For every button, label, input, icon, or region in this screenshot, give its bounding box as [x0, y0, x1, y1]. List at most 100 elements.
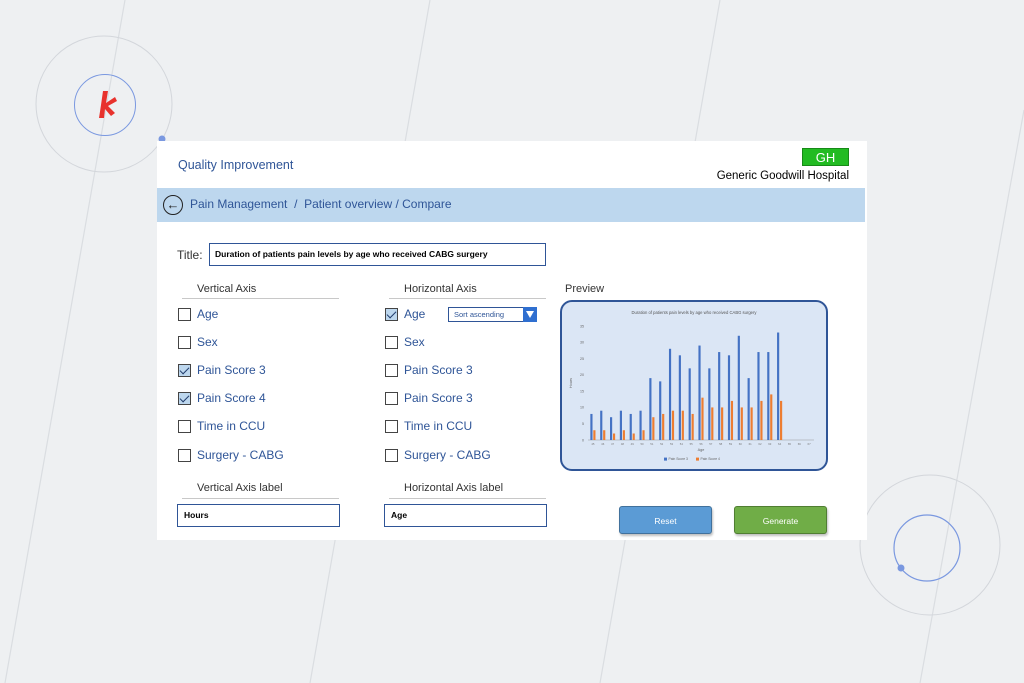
- vertical-option-time-in-ccu[interactable]: Time in CCU: [178, 418, 265, 434]
- x-tick-label: 54: [680, 442, 684, 446]
- horizontal-option-pain-score-3b[interactable]: Pain Score 3: [385, 390, 473, 406]
- x-tick-label: 60: [739, 442, 743, 446]
- bar-pain-score-4: [711, 407, 714, 440]
- checkbox[interactable]: [385, 363, 398, 377]
- checkbox[interactable]: [178, 448, 191, 462]
- x-tick-label: 62: [758, 442, 762, 446]
- option-label: Pain Score 3: [404, 363, 473, 377]
- bar-pain-score-3: [668, 348, 672, 440]
- bar-pain-score-3: [610, 417, 613, 440]
- vertical-option-age[interactable]: Age: [178, 306, 218, 322]
- bar-pain-score-4: [632, 433, 635, 440]
- main-panel: Quality Improvement GH Generic Goodwill …: [157, 141, 867, 540]
- bar-pain-score-3: [659, 381, 662, 440]
- chevron-down-icon[interactable]: [523, 307, 537, 322]
- bar-pain-score-4: [750, 407, 753, 440]
- x-tick-label: 52: [660, 442, 664, 446]
- bar-pain-score-4: [770, 394, 773, 440]
- bar-pain-score-4: [603, 430, 606, 440]
- option-label: Time in CCU: [404, 419, 473, 433]
- checkbox[interactable]: [385, 448, 398, 462]
- x-tick-label: 48: [621, 442, 625, 446]
- bar-pain-score-3: [639, 410, 642, 440]
- vertical-option-surgery-cabg[interactable]: Surgery - CABG: [178, 447, 284, 463]
- horizontal-option-sex[interactable]: Sex: [385, 334, 425, 350]
- x-tick-label: 49: [631, 442, 635, 446]
- horizontal-option-surgery-cabg[interactable]: Surgery - CABG: [385, 447, 491, 463]
- vertical-option-sex[interactable]: Sex: [178, 334, 218, 350]
- checkbox-checked[interactable]: [385, 307, 398, 321]
- bar-pain-score-3: [777, 332, 780, 440]
- checkbox[interactable]: [385, 419, 398, 433]
- vertical-option-pain-score-4[interactable]: Pain Score 4: [178, 390, 266, 406]
- checkbox[interactable]: [385, 391, 398, 405]
- back-button[interactable]: ←: [163, 195, 183, 215]
- x-tick-label: 57: [709, 442, 713, 446]
- chart-title: Duration of patients pain levels by age …: [632, 310, 758, 315]
- y-tick-label: 15: [580, 389, 584, 393]
- horizontal-axis-label-input[interactable]: Age: [384, 504, 547, 527]
- x-axis-label: Age: [698, 448, 705, 452]
- horizontal-axis-heading: Horizontal Axis: [404, 283, 477, 295]
- option-label: Age: [197, 307, 219, 321]
- bar-pain-score-3: [708, 368, 711, 440]
- bar-pain-score-4: [652, 417, 655, 440]
- reset-button[interactable]: Reset: [619, 506, 712, 534]
- breadcrumb-patient-overview[interactable]: Patient overview / Compare: [304, 197, 451, 211]
- checkbox[interactable]: [178, 335, 191, 349]
- x-tick-label: 53: [670, 442, 674, 446]
- bar-pain-score-4: [622, 430, 625, 440]
- option-label: Age: [404, 307, 426, 321]
- x-tick-label: 55: [690, 442, 694, 446]
- bar-pain-score-4: [671, 410, 675, 440]
- arrow-left-icon: ←: [166, 197, 180, 212]
- breadcrumb-trail: Pain Management / Patient overview / Com…: [190, 197, 452, 211]
- bar-pain-score-3: [698, 345, 701, 440]
- horizontal-option-pain-score-3[interactable]: Pain Score 3: [385, 362, 473, 378]
- title-label: Title:: [177, 248, 203, 262]
- sort-order-select[interactable]: Sort ascending: [448, 307, 537, 322]
- sort-order-value: Sort ascending: [454, 310, 505, 319]
- checkbox[interactable]: [178, 307, 191, 321]
- title-input[interactable]: Duration of patients pain levels by age …: [209, 243, 546, 266]
- bar-pain-score-4: [642, 430, 645, 440]
- bar-pain-score-3: [590, 413, 593, 440]
- checkbox-checked[interactable]: [178, 391, 191, 405]
- y-tick-label: 30: [580, 341, 584, 345]
- brand-logo-icon: [99, 91, 117, 118]
- breadcrumb-pain-management[interactable]: Pain Management: [190, 197, 287, 211]
- y-tick-label: 0: [582, 438, 584, 442]
- hospital-badge: GH: [802, 148, 849, 166]
- chart-preview: Duration of patients pain levels by age …: [560, 300, 828, 471]
- horizontal-option-time-in-ccu[interactable]: Time in CCU: [385, 418, 472, 434]
- horizontal-axis-label-heading: Horizontal Axis label: [404, 482, 504, 494]
- horizontal-option-age[interactable]: Age: [385, 306, 425, 322]
- x-tick-label: 45: [591, 442, 595, 446]
- bar-pain-score-4: [780, 400, 783, 440]
- bar-pain-score-3: [600, 410, 603, 440]
- x-tick-label: 46: [601, 442, 605, 446]
- x-tick-label: 66: [798, 442, 802, 446]
- legend-swatch: [696, 457, 699, 461]
- y-tick-label: 5: [582, 422, 584, 426]
- y-tick-label: 20: [580, 373, 584, 377]
- legend-label: Pain Score 4: [701, 457, 721, 461]
- bar-pain-score-3: [619, 410, 622, 440]
- x-tick-label: 63: [768, 442, 772, 446]
- option-label: Sex: [197, 335, 218, 349]
- y-tick-label: 25: [580, 357, 584, 361]
- option-label: Pain Score 3: [404, 391, 473, 405]
- bar-pain-score-4: [760, 400, 763, 440]
- checkbox-checked[interactable]: [178, 363, 191, 377]
- x-tick-label: 50: [640, 442, 644, 446]
- checkbox[interactable]: [178, 419, 191, 433]
- vertical-axis-label-input[interactable]: Hours: [177, 504, 340, 527]
- y-axis-label: Hours: [569, 378, 573, 388]
- bar-pain-score-3: [757, 352, 760, 440]
- vertical-option-pain-score-3[interactable]: Pain Score 3: [178, 362, 266, 378]
- bar-pain-score-3: [629, 413, 632, 440]
- x-tick-label: 64: [778, 442, 782, 446]
- breadcrumb-separator: /: [294, 197, 298, 211]
- checkbox[interactable]: [385, 335, 398, 349]
- generate-button[interactable]: Generate: [734, 506, 827, 534]
